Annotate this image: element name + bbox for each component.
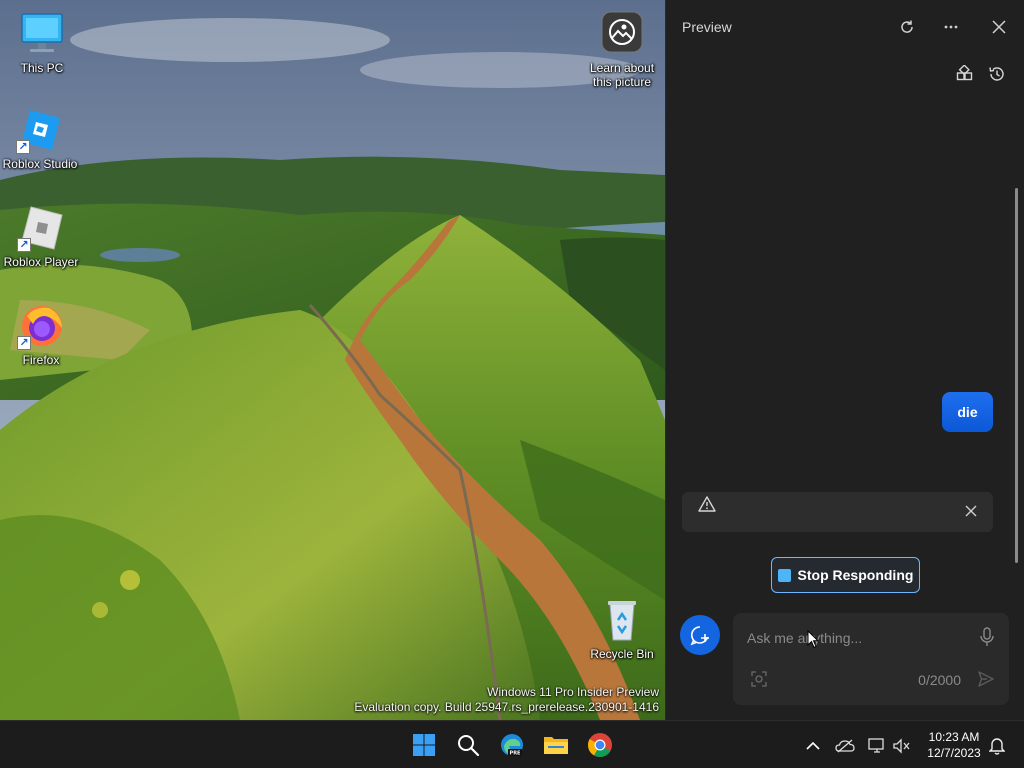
svg-text:PRE: PRE	[510, 751, 522, 757]
wallpaper-landscape	[0, 0, 665, 720]
history-button[interactable]	[983, 60, 1011, 88]
compose-box[interactable]: 0/2000	[733, 613, 1009, 705]
desktop-icon-label: Recycle Bin	[590, 647, 654, 661]
more-icon	[944, 25, 958, 29]
desktop-icon-recycle-bin[interactable]: Recycle Bin	[580, 596, 664, 661]
onedrive-icon	[835, 739, 855, 753]
network-tray-button[interactable]	[866, 735, 888, 757]
chevron-up-icon	[806, 741, 820, 750]
dismiss-warning-button[interactable]	[965, 504, 981, 520]
desktop[interactable]: This PC ↗ Roblox Studio ↗ Roblox Player	[0, 0, 665, 720]
copilot-panel[interactable]: Preview die Stop Responding Ask me anyth…	[665, 0, 1024, 720]
history-icon	[989, 67, 1004, 81]
mouse-cursor-icon	[807, 630, 819, 649]
search-icon	[458, 735, 480, 757]
new-chat-icon	[690, 626, 709, 646]
shortcut-arrow-icon: ↗	[17, 238, 31, 252]
plugins-icon	[956, 65, 973, 81]
refresh-icon	[901, 20, 913, 33]
close-icon	[965, 505, 977, 517]
volume-tray-button[interactable]	[891, 735, 913, 757]
chrome-button[interactable]	[583, 728, 617, 762]
windows-start-icon	[413, 734, 435, 756]
notification-icon	[989, 738, 1005, 755]
stop-icon	[777, 568, 791, 582]
watermark-line: Evaluation copy. Build 25947.rs_prerelea…	[354, 700, 659, 714]
desktop-icon-this-pc[interactable]: This PC	[0, 10, 84, 75]
stop-responding-label: Stop Responding	[797, 567, 914, 583]
refresh-button[interactable]	[892, 12, 922, 42]
ask-input[interactable]	[747, 627, 967, 649]
file-explorer-icon	[544, 737, 568, 754]
chat-scrollbar[interactable]	[1015, 188, 1018, 563]
user-message-bubble: die	[942, 392, 993, 432]
desktop-icon-learn-about-picture[interactable]: Learn about this picture	[580, 10, 664, 89]
desktop-icon-label: Firefox	[22, 353, 60, 367]
desktop-icon-label: Learn about this picture	[589, 61, 655, 89]
roblox-player-icon: ↗	[17, 204, 65, 252]
warning-icon	[698, 496, 716, 512]
close-panel-button[interactable]	[984, 12, 1014, 42]
clock-date: 12/7/2023	[927, 746, 981, 760]
panel-title: Preview	[682, 19, 732, 35]
volume-muted-icon	[893, 738, 910, 754]
notifications-button[interactable]	[986, 735, 1008, 757]
desktop-icon-roblox-studio[interactable]: ↗ Roblox Studio	[0, 106, 82, 171]
monitor-icon	[18, 10, 66, 58]
edge-preview-button[interactable]: PRE	[495, 728, 529, 762]
start-button[interactable]	[407, 728, 441, 762]
more-options-button[interactable]	[936, 12, 966, 42]
warning-card	[682, 492, 993, 532]
taskbar: PRE 10:23 AM 12/7/2023	[0, 720, 1024, 768]
close-icon	[992, 20, 1006, 34]
plugins-button[interactable]	[951, 60, 979, 88]
desktop-icon-label: This PC	[20, 61, 64, 75]
desktop-icon-label: Roblox Player	[3, 255, 79, 269]
desktop-icon-roblox-player[interactable]: ↗ Roblox Player	[0, 204, 83, 269]
recycle-bin-icon	[598, 596, 646, 644]
watermark-line: Windows 11 Pro Insider Preview	[487, 685, 659, 699]
desktop-icon-firefox[interactable]: ↗ Firefox	[0, 302, 83, 367]
new-topic-button[interactable]	[680, 615, 720, 655]
roblox-studio-icon: ↗	[16, 106, 64, 154]
tray-overflow-button[interactable]	[802, 735, 824, 757]
os-watermark: Windows 11 Pro Insider Preview Evaluatio…	[354, 685, 659, 715]
desktop-icon-label: Roblox Studio	[2, 157, 78, 171]
onedrive-tray-button[interactable]	[834, 735, 856, 757]
clock-time: 10:23 AM	[928, 730, 980, 744]
shortcut-arrow-icon: ↗	[17, 336, 31, 350]
network-icon	[868, 738, 884, 753]
search-button[interactable]	[451, 728, 485, 762]
stop-responding-button[interactable]: Stop Responding	[771, 557, 920, 593]
send-icon[interactable]	[977, 670, 995, 688]
microphone-icon[interactable]	[979, 627, 995, 647]
char-counter: 0/2000	[918, 672, 961, 688]
shortcut-arrow-icon: ↗	[16, 140, 30, 154]
chrome-icon	[588, 733, 612, 758]
taskbar-clock[interactable]: 10:23 AM 12/7/2023	[916, 729, 992, 761]
image-capture-icon[interactable]	[751, 671, 767, 687]
file-explorer-button[interactable]	[539, 728, 573, 762]
firefox-icon: ↗	[17, 302, 65, 350]
spotlight-icon	[598, 10, 646, 58]
edge-preview-icon: PRE	[501, 734, 523, 757]
